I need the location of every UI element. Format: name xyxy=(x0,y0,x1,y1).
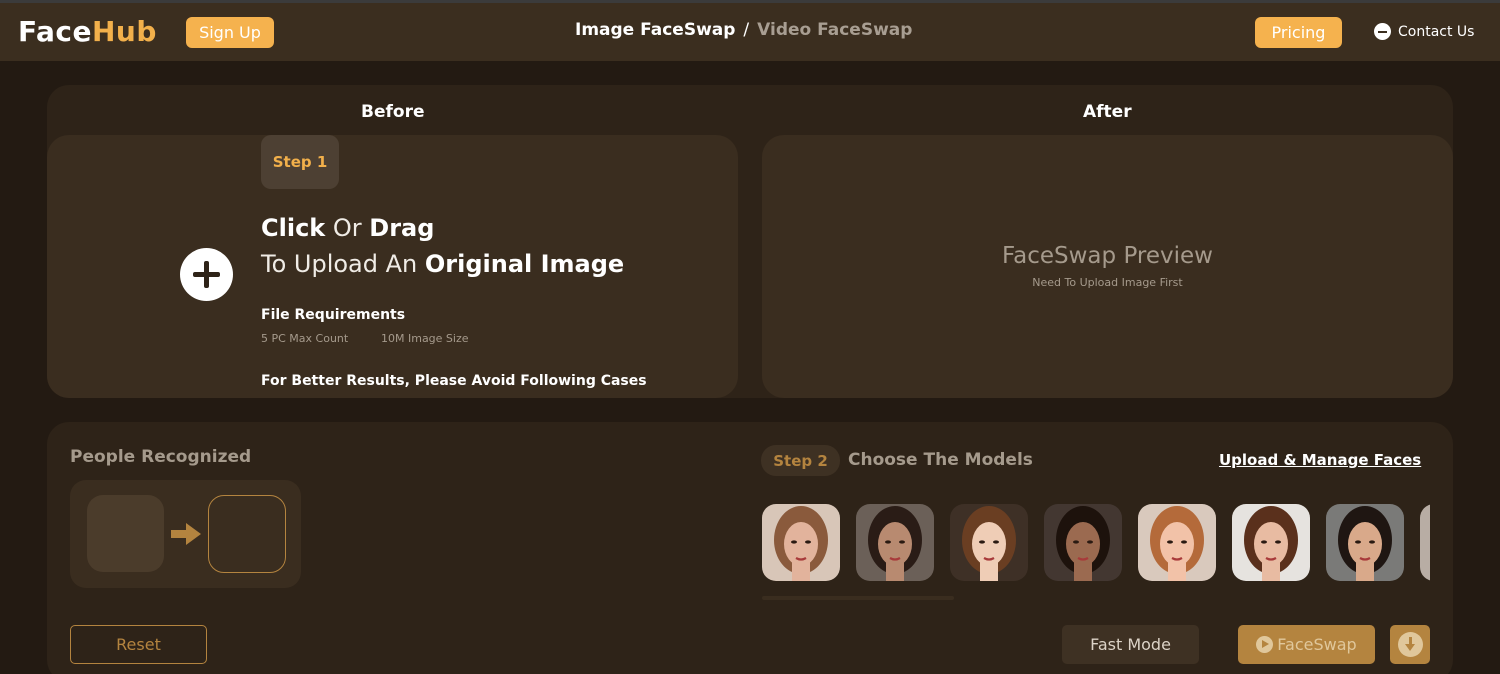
step-1-badge: Step 1 xyxy=(261,135,339,189)
before-title: Before xyxy=(361,102,425,122)
preview-title: FaceSwap Preview xyxy=(1002,243,1213,269)
people-recognized-title: People Recognized xyxy=(70,447,252,467)
model-6-thumbnail[interactable] xyxy=(1232,504,1310,581)
model-2-thumbnail[interactable] xyxy=(856,504,934,581)
image-size-requirement: 10M Image Size xyxy=(381,332,469,345)
model-thumbnails-row xyxy=(762,504,1430,582)
reset-button[interactable]: Reset xyxy=(70,625,207,664)
faceswap-button[interactable]: FaceSwap xyxy=(1238,625,1375,664)
model-3-thumbnail[interactable] xyxy=(950,504,1028,581)
file-requirements-title: File Requirements xyxy=(261,307,406,323)
faceswap-label: FaceSwap xyxy=(1277,635,1357,654)
models-scrollbar[interactable] xyxy=(762,596,954,600)
after-title: After xyxy=(1083,102,1132,122)
nav-video-faceswap[interactable]: Video FaceSwap xyxy=(757,20,912,40)
arrow-right-icon xyxy=(171,523,201,545)
pricing-button[interactable]: Pricing xyxy=(1255,17,1342,48)
upload-instruction-line2: To Upload An Original Image xyxy=(261,250,624,278)
model-8-thumbnail[interactable] xyxy=(1420,504,1430,581)
download-icon xyxy=(1397,632,1423,657)
click-text: Click xyxy=(261,214,326,242)
message-icon xyxy=(1374,23,1391,40)
sign-up-button[interactable]: Sign Up xyxy=(186,17,274,48)
max-count-requirement: 5 PC Max Count xyxy=(261,332,349,345)
mode-switcher: Image FaceSwap / Video FaceSwap xyxy=(575,20,912,40)
preview-subtitle: Need To Upload Image First xyxy=(1032,276,1183,289)
logo-face: Face xyxy=(18,15,92,48)
avoid-cases-heading: For Better Results, Please Avoid Followi… xyxy=(261,373,647,389)
model-1-thumbnail[interactable] xyxy=(762,504,840,581)
upload-manage-faces-link[interactable]: Upload & Manage Faces xyxy=(1219,451,1421,469)
facehub-logo[interactable]: FaceHub xyxy=(18,15,157,48)
target-face-slot[interactable] xyxy=(208,495,286,573)
step-2-badge: Step 2 xyxy=(761,445,840,476)
play-icon xyxy=(1256,636,1274,653)
contact-us-label: Contact Us xyxy=(1398,23,1475,40)
top-nav-bar: FaceHub Sign Up Image FaceSwap / Video Fac… xyxy=(0,3,1500,61)
nav-separator: / xyxy=(743,20,750,40)
upload-instruction-line1: Click Or Drag xyxy=(261,214,434,242)
or-text: Or xyxy=(325,214,370,242)
fast-mode-button[interactable]: Fast Mode xyxy=(1062,625,1199,664)
logo-hub: Hub xyxy=(91,15,157,48)
contact-us-link[interactable]: Contact Us xyxy=(1374,23,1474,40)
download-button[interactable] xyxy=(1390,625,1430,664)
model-7-thumbnail[interactable] xyxy=(1326,504,1404,581)
model-5-thumbnail[interactable] xyxy=(1138,504,1216,581)
detected-face-slot[interactable] xyxy=(87,495,164,572)
nav-image-faceswap[interactable]: Image FaceSwap xyxy=(575,20,735,40)
original-image-text: Original Image xyxy=(424,250,625,278)
drag-text: Drag xyxy=(369,214,435,242)
to-upload-text: To Upload An xyxy=(261,250,425,278)
model-4-thumbnail[interactable] xyxy=(1044,504,1122,581)
add-icon[interactable] xyxy=(180,248,233,301)
choose-models-title: Choose The Models xyxy=(848,450,1033,470)
